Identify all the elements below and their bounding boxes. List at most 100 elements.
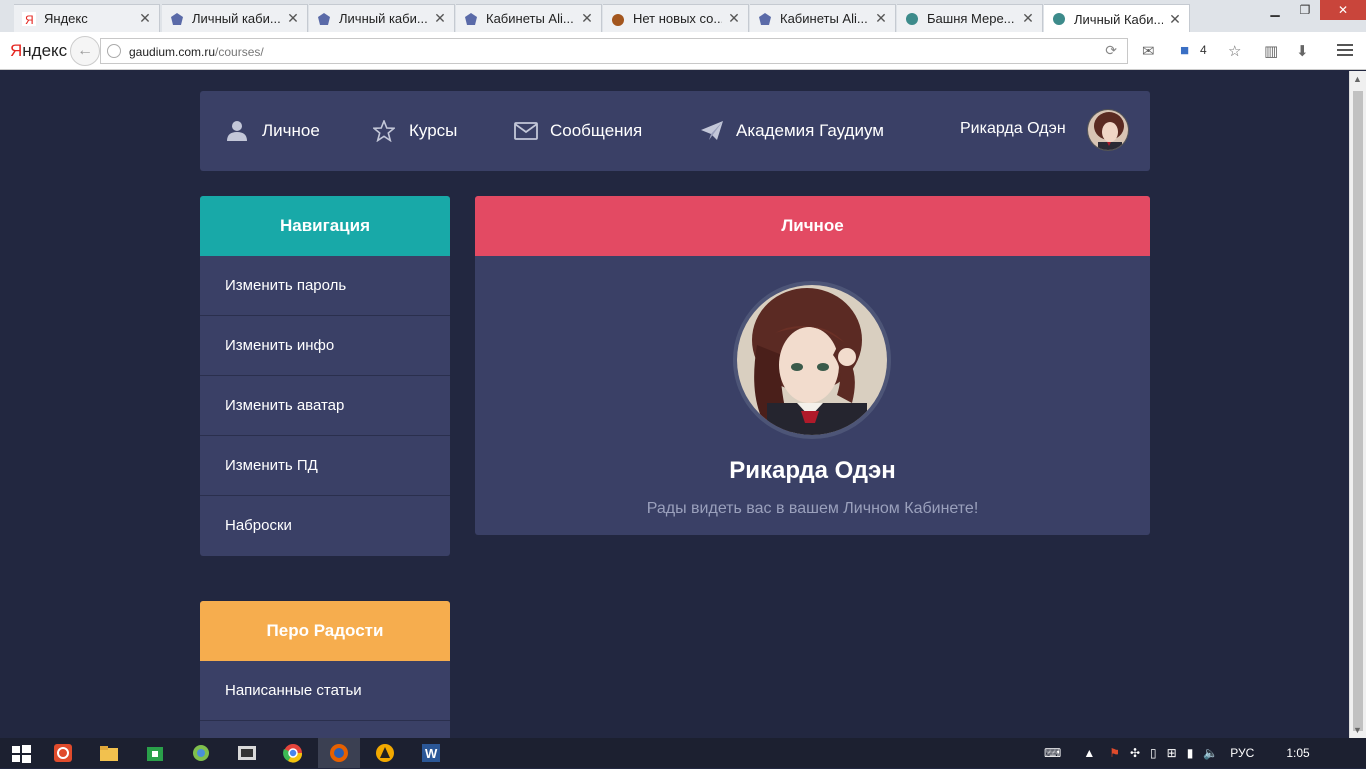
- page-scrollbar[interactable]: ▲ ▼: [1349, 71, 1366, 738]
- keyboard-icon[interactable]: ⌨: [1044, 746, 1061, 760]
- browser-tab[interactable]: Нет новых со... ✕: [603, 4, 749, 32]
- close-icon[interactable]: ✕: [728, 10, 740, 27]
- tab-label: Нет новых со...: [633, 11, 722, 26]
- download-icon[interactable]: ⬇: [1296, 42, 1309, 60]
- bookmark-star-icon[interactable]: ☆: [1228, 42, 1241, 60]
- picasa-icon[interactable]: [190, 742, 212, 764]
- paper-plane-icon: [700, 120, 723, 142]
- browser-tab[interactable]: Кабинеты Ali... ✕: [456, 4, 602, 32]
- windows-start-icon[interactable]: [10, 742, 32, 764]
- pero-title: Перо Радости: [200, 601, 450, 661]
- headphones-app-icon[interactable]: [52, 742, 74, 764]
- avatar[interactable]: [1087, 109, 1129, 151]
- extension-icon[interactable]: ■: [1180, 42, 1189, 59]
- sidebar-item-drafts[interactable]: Наброски: [200, 496, 450, 556]
- nav-item-academy[interactable]: Академия Гаудиум: [700, 91, 884, 171]
- flag-icon[interactable]: ⚑: [1109, 746, 1120, 760]
- browser-tab[interactable]: Я Яндекс ✕: [14, 4, 160, 32]
- profile-name-large: Рикарда Одэн: [729, 457, 896, 484]
- nav-item-label: Сообщения: [550, 121, 643, 140]
- browser-tab[interactable]: Кабинеты Ali... ✕: [750, 4, 896, 32]
- yandex-logo[interactable]: Яндекс: [10, 41, 67, 61]
- browser-tab[interactable]: Личный каби... ✕: [162, 4, 308, 32]
- tab-label: Личный каби...: [192, 11, 281, 26]
- clock[interactable]: 1:05: [1286, 746, 1309, 760]
- toolbar-count: 4: [1200, 43, 1207, 57]
- pero-item-written-articles[interactable]: Написанные статьи: [200, 661, 450, 721]
- library-icon[interactable]: ▥: [1264, 42, 1278, 60]
- network-app-icon[interactable]: ✣: [1130, 746, 1140, 760]
- signal-icon[interactable]: ▮: [1187, 746, 1194, 760]
- mail-icon[interactable]: ✉: [1142, 42, 1155, 60]
- nav-item-label: Личное: [262, 121, 320, 140]
- nav-item-messages[interactable]: Сообщения: [514, 91, 642, 171]
- chrome-icon[interactable]: [282, 742, 304, 764]
- nav-item-personal[interactable]: Личное: [226, 91, 320, 171]
- window-close-icon[interactable]: ✕: [1320, 0, 1366, 20]
- tab-label: Башня Мере...: [927, 11, 1015, 26]
- reload-icon[interactable]: ⟳: [1105, 42, 1117, 59]
- scroll-down-icon[interactable]: ▼: [1353, 725, 1362, 735]
- scroll-up-icon[interactable]: ▲: [1353, 74, 1362, 84]
- volume-icon[interactable]: 🔈: [1203, 746, 1218, 760]
- word-icon[interactable]: W: [420, 742, 442, 764]
- os-taskbar: W ⌨ ▲ ⚑ ✣ ▯ ⊞ ▮ 🔈 РУС 1:05: [0, 738, 1366, 768]
- sidebar-title: Навигация: [200, 196, 450, 256]
- scrollbar-thumb[interactable]: [1353, 91, 1363, 731]
- user-icon: [226, 120, 248, 142]
- close-icon[interactable]: ✕: [1022, 10, 1034, 27]
- acorn-icon: [611, 12, 625, 26]
- close-icon[interactable]: ✕: [434, 10, 446, 27]
- sidebar-item-change-password[interactable]: Изменить пароль: [200, 256, 450, 316]
- battery-icon[interactable]: ▯: [1150, 746, 1157, 760]
- profile-name[interactable]: Рикарда Одэн: [960, 120, 1066, 138]
- arrow-left-icon: ←: [77, 42, 93, 59]
- browser-tab-bar: Я Яндекс ✕ Личный каби... ✕ Личный каби.…: [0, 0, 1366, 33]
- show-hidden-icon[interactable]: ▲: [1083, 746, 1095, 760]
- site-info-icon[interactable]: [107, 44, 121, 58]
- crest-icon: [464, 12, 478, 26]
- nav-item-courses[interactable]: Курсы: [371, 91, 458, 171]
- media-player-icon[interactable]: [236, 742, 258, 764]
- sidebar-item-change-avatar[interactable]: Изменить аватар: [200, 376, 450, 436]
- nav-item-label: Курсы: [409, 121, 458, 140]
- globe-icon: [1052, 12, 1066, 26]
- minimize-icon[interactable]: ▁: [1260, 0, 1290, 20]
- star-icon: [371, 118, 397, 143]
- maximize-icon[interactable]: ❐: [1290, 0, 1320, 20]
- tab-label: Кабинеты Ali...: [780, 11, 868, 26]
- browser-tab[interactable]: Башня Мере... ✕: [897, 4, 1043, 32]
- url-text[interactable]: gaudium.com.ru/courses/: [129, 45, 264, 59]
- aimp-icon[interactable]: [374, 742, 396, 764]
- store-app-icon[interactable]: [144, 742, 166, 764]
- menu-icon[interactable]: [1337, 42, 1353, 58]
- system-tray: ⌨ ▲ ⚑ ✣ ▯ ⊞ ▮ 🔈 РУС 1:05: [1044, 738, 1310, 768]
- language-indicator[interactable]: РУС: [1230, 746, 1254, 760]
- close-icon[interactable]: ✕: [139, 10, 151, 27]
- tab-label: Личный каби...: [339, 11, 428, 26]
- profile-avatar-large: [733, 281, 891, 439]
- url-host: gaudium.com.ru: [129, 45, 216, 59]
- globe-icon: [905, 12, 919, 26]
- back-button[interactable]: ←: [70, 36, 100, 66]
- windows-icon[interactable]: ⊞: [1167, 746, 1177, 760]
- close-icon[interactable]: ✕: [287, 10, 299, 27]
- close-icon[interactable]: ✕: [581, 10, 593, 27]
- nav-item-label: Академия Гаудиум: [736, 121, 884, 140]
- yandex-logo-text: ндекс: [22, 41, 68, 60]
- file-explorer-icon[interactable]: [98, 742, 120, 764]
- tab-label: Личный Каби...: [1074, 11, 1163, 27]
- envelope-icon: [514, 120, 538, 142]
- crest-icon: [170, 12, 184, 26]
- browser-tab-active[interactable]: Личный Каби... ✕: [1044, 4, 1190, 33]
- address-bar[interactable]: gaudium.com.ru/courses/ ⟳: [100, 38, 1128, 64]
- pero-panel: Перо Радости Написанные статьи: [200, 601, 450, 738]
- sidebar-item-change-info[interactable]: Изменить инфо: [200, 316, 450, 376]
- sidebar-nav-panel: Навигация Изменить пароль Изменить инфо …: [200, 196, 450, 556]
- browser-tab[interactable]: Личный каби... ✕: [309, 4, 455, 32]
- sidebar-item-change-pd[interactable]: Изменить ПД: [200, 436, 450, 496]
- firefox-icon[interactable]: [328, 742, 350, 764]
- tab-label: Кабинеты Ali...: [486, 11, 574, 26]
- close-icon[interactable]: ✕: [875, 10, 887, 27]
- close-icon[interactable]: ✕: [1169, 11, 1181, 28]
